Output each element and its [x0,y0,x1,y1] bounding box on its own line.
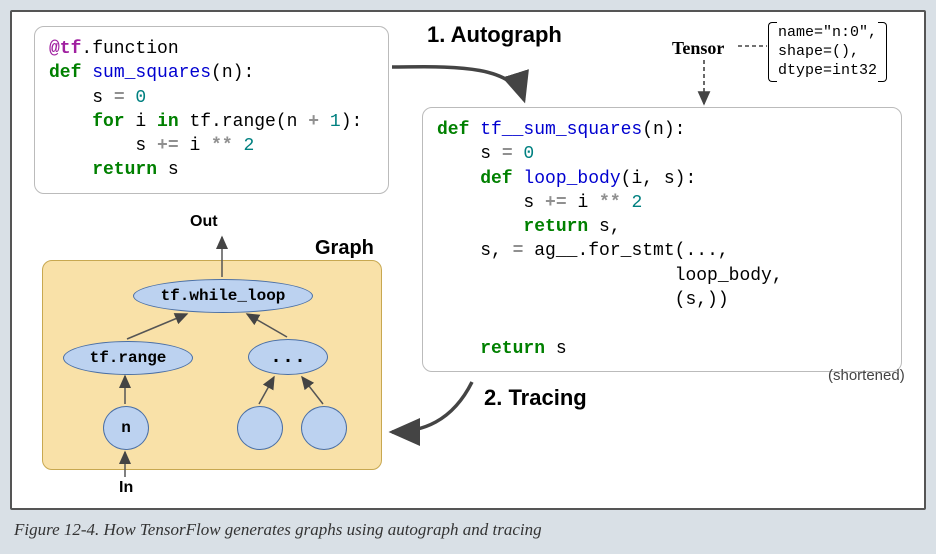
figure-caption: Figure 12-4. How TensorFlow generates gr… [10,520,926,540]
node-range: tf.range [63,341,193,375]
graph-panel: tf.while_loop tf.range ... n [42,260,382,470]
node-blank-1 [237,406,283,450]
out-label: Out [190,213,218,231]
step-1-label: 1. Autograph [427,22,562,48]
node-dots: ... [248,339,328,375]
tensor-annotation: name="n:0", shape=(), dtype=int32 [770,22,885,82]
step-2-label: 2. Tracing [484,385,587,411]
tensor-label: Tensor [672,38,724,59]
in-label: In [119,479,133,497]
source-code-box: @tf.function def sum_squares(n): s = 0 f… [34,26,389,194]
node-n: n [103,406,149,450]
node-while-loop: tf.while_loop [133,279,313,313]
graph-label: Graph [315,237,374,260]
autograph-code-box: def tf__sum_squares(n): s = 0 def loop_b… [422,107,902,372]
figure-frame: @tf.function def sum_squares(n): s = 0 f… [10,10,926,510]
node-blank-2 [301,406,347,450]
shortened-label: (shortened) [828,367,905,384]
